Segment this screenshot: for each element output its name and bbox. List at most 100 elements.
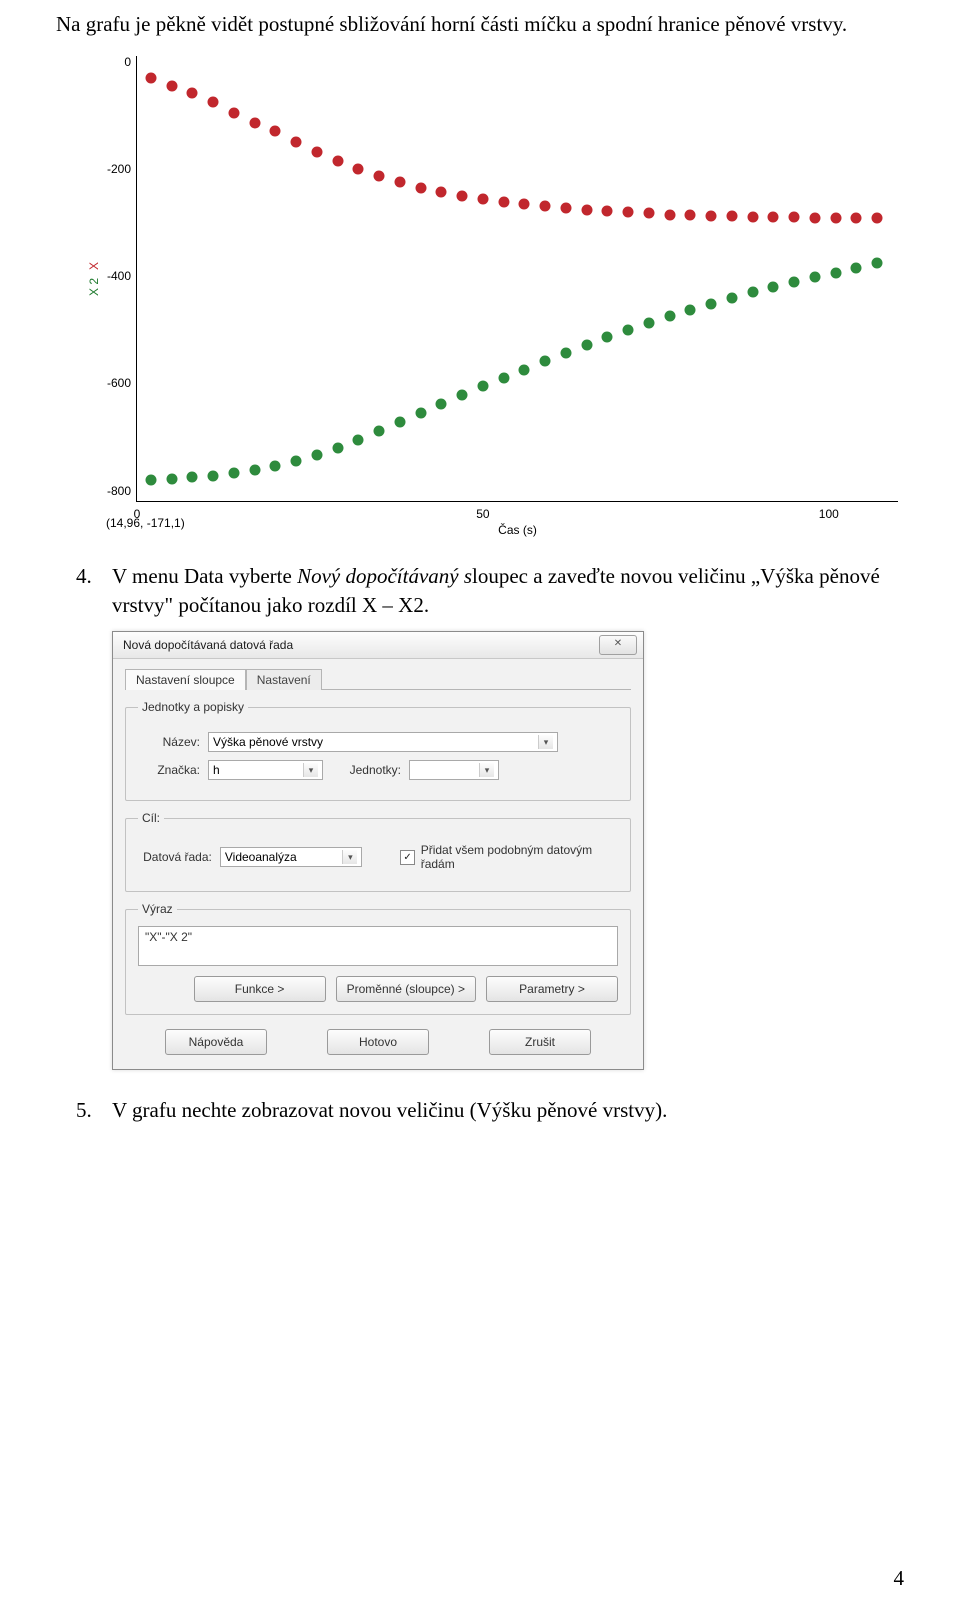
data-point — [457, 190, 468, 201]
data-point — [311, 449, 322, 460]
name-field-value: Výška pěnové vrstvy — [213, 735, 323, 749]
y-tick: -800 — [99, 484, 131, 498]
data-point — [560, 347, 571, 358]
data-point — [436, 398, 447, 409]
chevron-down-icon[interactable]: ▾ — [538, 735, 553, 749]
data-point — [477, 381, 488, 392]
data-point — [685, 210, 696, 221]
add-to-similar-checkbox[interactable]: ✓ — [400, 850, 414, 865]
name-field[interactable]: Výška pěnové vrstvy ▾ — [208, 732, 558, 752]
data-point — [706, 210, 717, 221]
data-point — [374, 425, 385, 436]
y-tick: -200 — [99, 162, 131, 176]
new-calculated-column-dialog: Nová dopočítávaná datová řada ✕ Nastaven… — [112, 631, 644, 1070]
data-point — [187, 472, 198, 483]
data-point — [706, 299, 717, 310]
data-point — [830, 267, 841, 278]
units-field[interactable]: ▾ — [409, 760, 499, 780]
data-point — [664, 209, 675, 220]
data-point — [789, 276, 800, 287]
data-point — [415, 407, 426, 418]
data-point — [145, 72, 156, 83]
chevron-down-icon[interactable]: ▾ — [342, 850, 357, 864]
data-point — [623, 207, 634, 218]
data-point — [374, 170, 385, 181]
series-select[interactable]: Videoanalýza ▾ — [220, 847, 363, 867]
add-to-similar-label: Přidat všem podobným datovým řadám — [421, 843, 618, 871]
data-point — [872, 257, 883, 268]
symbol-field[interactable]: h ▾ — [208, 760, 323, 780]
help-button[interactable]: Nápověda — [165, 1029, 267, 1055]
expression-input[interactable]: "X"-"X 2" — [138, 926, 618, 966]
step-5: 5. V grafu nechte zobrazovat novou velič… — [56, 1096, 904, 1124]
data-point — [498, 196, 509, 207]
cancel-button[interactable]: Zrušit — [489, 1029, 591, 1055]
step-4-number: 4. — [56, 562, 112, 619]
chevron-down-icon[interactable]: ▾ — [303, 763, 318, 777]
data-point — [519, 199, 530, 210]
data-point — [249, 465, 260, 476]
data-point — [436, 186, 447, 197]
step-4: 4. V menu Data vyberte Nový dopočítávaný… — [56, 562, 904, 619]
data-point — [394, 416, 405, 427]
data-point — [830, 212, 841, 223]
data-point — [581, 339, 592, 350]
data-point — [643, 208, 654, 219]
data-point — [768, 281, 779, 292]
step-5-text: V grafu nechte zobrazovat novou veličinu… — [112, 1096, 904, 1124]
data-point — [477, 193, 488, 204]
y-tick: 0 — [99, 55, 131, 69]
data-point — [208, 470, 219, 481]
name-label: Název: — [138, 735, 200, 749]
data-point — [685, 304, 696, 315]
data-point — [643, 318, 654, 329]
data-point — [415, 182, 426, 193]
data-point — [809, 272, 820, 283]
data-point — [540, 201, 551, 212]
expression-legend: Výraz — [138, 902, 177, 916]
functions-button[interactable]: Funkce > — [194, 976, 326, 1002]
data-point — [166, 80, 177, 91]
parameters-button[interactable]: Parametry > — [486, 976, 618, 1002]
data-point — [519, 364, 530, 375]
chevron-down-icon[interactable]: ▾ — [479, 763, 494, 777]
variables-button[interactable]: Proměnné (sloupce) > — [336, 976, 476, 1002]
expression-group: Výraz "X"-"X 2" Funkce > Proměnné (sloup… — [125, 902, 631, 1015]
data-point — [457, 390, 468, 401]
plot-area: X 2 X Čas (s) 0-200-400-600-800050100 — [136, 56, 898, 502]
data-point — [623, 324, 634, 335]
data-point — [602, 206, 613, 217]
data-point — [332, 442, 343, 453]
series-label: Datová řada: — [138, 850, 212, 864]
x-tick: 50 — [476, 507, 489, 521]
data-point — [311, 146, 322, 157]
data-point — [851, 263, 862, 274]
close-icon[interactable]: ✕ — [599, 635, 637, 655]
x-axis-label: Čas (s) — [498, 523, 537, 537]
data-point — [560, 203, 571, 214]
data-point — [228, 107, 239, 118]
target-group: Cíl: Datová řada: Videoanalýza ▾ ✓ Přida… — [125, 811, 631, 892]
x-tick: 100 — [819, 507, 839, 521]
data-point — [602, 332, 613, 343]
step-5-number: 5. — [56, 1096, 112, 1124]
target-legend: Cíl: — [138, 811, 164, 825]
tab-column-settings[interactable]: Nastavení sloupce — [125, 669, 246, 690]
tab-settings[interactable]: Nastavení — [246, 669, 322, 690]
data-point — [747, 211, 758, 222]
units-labels-group: Jednotky a popisky Název: Výška pěnové v… — [125, 700, 631, 801]
data-point — [145, 474, 156, 485]
data-point — [208, 96, 219, 107]
data-point — [228, 468, 239, 479]
symbol-field-value: h — [213, 763, 220, 777]
dialog-title: Nová dopočítávaná datová řada — [123, 638, 293, 652]
data-point — [789, 212, 800, 223]
data-point — [747, 287, 758, 298]
intro-paragraph: Na grafu je pěkně vidět postupné sbližov… — [56, 10, 904, 38]
units-label: Jednotky: — [331, 763, 401, 777]
data-point — [270, 461, 281, 472]
data-point — [291, 456, 302, 467]
y-tick: -400 — [99, 269, 131, 283]
data-point — [581, 204, 592, 215]
done-button[interactable]: Hotovo — [327, 1029, 429, 1055]
